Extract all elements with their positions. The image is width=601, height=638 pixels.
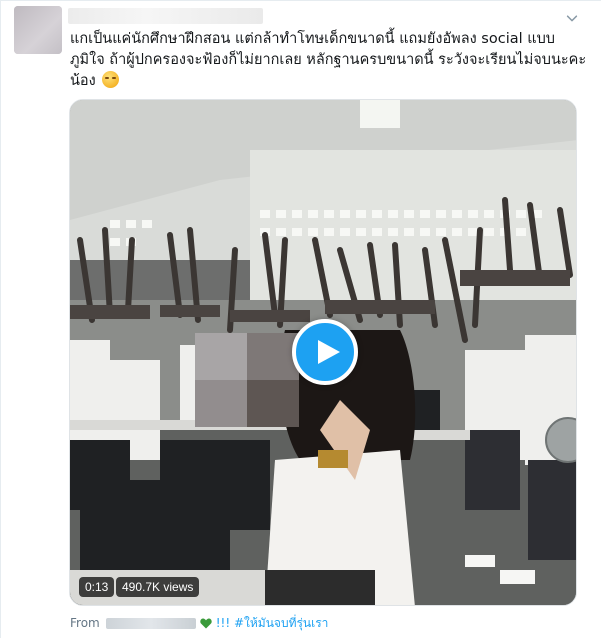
tweet-text: แกเป็นแค่นักศึกษาฝึกสอน แต่กล้าทำโทษเด็ก… xyxy=(70,29,587,92)
face-with-rolling-eyes-emoji-icon xyxy=(102,71,120,88)
divider xyxy=(0,0,1,638)
tweet-text-line: น้อง xyxy=(70,71,575,92)
video-player[interactable]: 0:13 490.7K views xyxy=(69,99,577,606)
video-duration-badge: 0:13 xyxy=(79,577,115,597)
tweet-text-line: ภูมิใจ ถ้าผู้ปกครองจะฟ้องก็ไม่ยากเลย หลั… xyxy=(70,52,587,68)
divider xyxy=(0,0,601,1)
view-count-badge: 490.7K views xyxy=(116,577,200,597)
source-account-redacted[interactable] xyxy=(105,617,196,629)
play-button[interactable] xyxy=(292,319,358,385)
chevron-down-icon[interactable] xyxy=(564,10,580,26)
censored-face-mosaic xyxy=(195,333,299,427)
green-heart-icon xyxy=(200,618,212,628)
tweet-text-line: แกเป็นแค่นักศึกษาฝึกสอน แต่กล้าทำโทษเด็ก… xyxy=(70,31,556,47)
video-source-attribution: From !!! #ให้มันจบที่รุ่นเรา xyxy=(70,614,328,632)
avatar[interactable] xyxy=(14,6,62,54)
tweet-text-fragment: น้อง xyxy=(70,73,96,89)
tweet: แกเป็นแค่นักศึกษาฝึกสอน แต่กล้าทำโทษเด็ก… xyxy=(0,0,601,638)
play-icon xyxy=(317,340,340,364)
from-label: From xyxy=(70,616,100,630)
source-account-name-link[interactable]: !!! #ให้มันจบที่รุ่นเรา xyxy=(216,614,329,632)
author-name-redacted[interactable] xyxy=(68,8,263,24)
